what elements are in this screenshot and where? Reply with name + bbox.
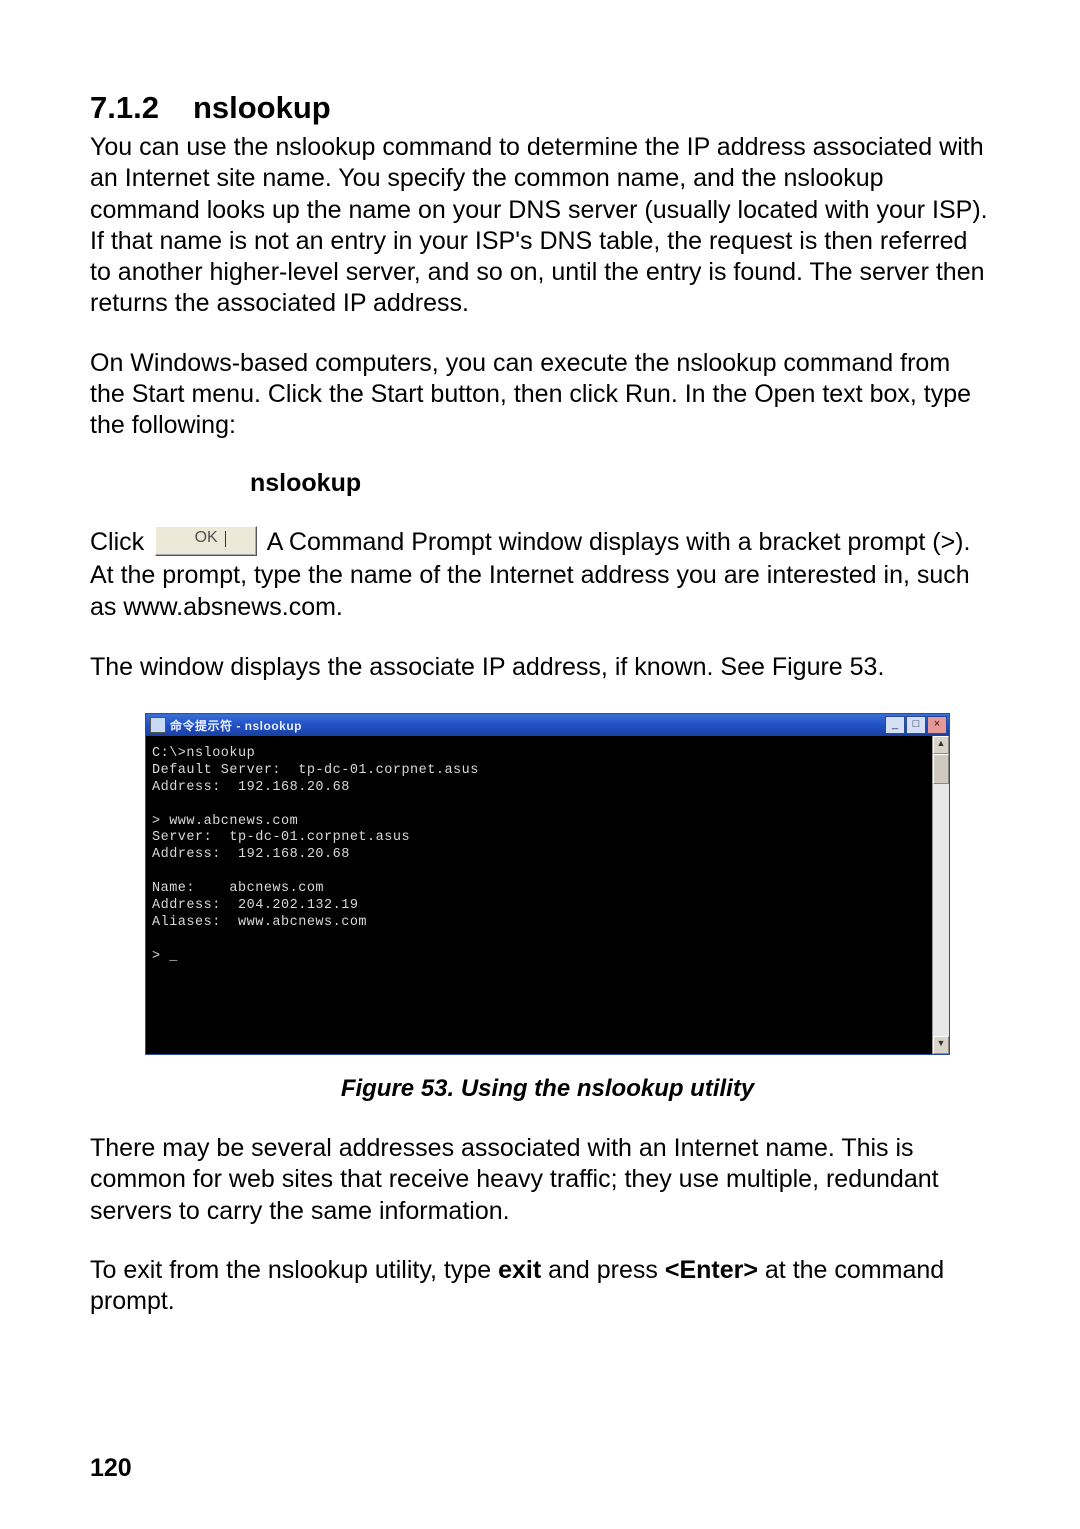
vertical-scrollbar[interactable]: ▲ ▼ [932, 736, 949, 1054]
document-page: 7.1.2 nslookup You can use the nslookup c… [0, 0, 1080, 1529]
exit-command: exit [498, 1256, 541, 1284]
window-controls: _ □ × [885, 716, 947, 734]
titlebar-left: 命令提示符 - nslookup [150, 717, 302, 734]
paragraph-exit: To exit from the nslookup utility, type … [90, 1255, 990, 1318]
section-heading: 7.1.2 nslookup [90, 90, 990, 126]
exit-prefix: To exit from the nslookup utility, type [90, 1256, 498, 1284]
paragraph-windows: On Windows-based computers, you can exec… [90, 348, 990, 442]
cmd-icon [150, 717, 166, 733]
exit-key: <Enter> [665, 1256, 758, 1284]
scroll-up-button[interactable]: ▲ [933, 736, 949, 754]
section-title: nslookup [193, 90, 331, 125]
minimize-button[interactable]: _ [885, 716, 905, 734]
paragraph-click-ok: Click OK A Command Prompt window display… [90, 526, 990, 624]
window-body: C:\>nslookup Default Server: tp-dc-01.co… [146, 736, 949, 1054]
close-button[interactable]: × [927, 716, 947, 734]
scrollbar-top-group: ▲ [933, 736, 949, 784]
command-prompt-window: 命令提示符 - nslookup _ □ × C:\>nslookup Defa… [145, 713, 950, 1055]
scroll-track[interactable] [933, 784, 949, 1036]
section-number: 7.1.2 [90, 90, 159, 126]
exit-mid: and press [541, 1256, 665, 1284]
figure-53: 命令提示符 - nslookup _ □ × C:\>nslookup Defa… [145, 713, 950, 1103]
scroll-down-button[interactable]: ▼ [933, 1036, 949, 1054]
ok-button-graphic: OK [155, 526, 257, 556]
window-title: 命令提示符 - nslookup [170, 717, 302, 734]
maximize-button[interactable]: □ [906, 716, 926, 734]
terminal-output: C:\>nslookup Default Server: tp-dc-01.co… [146, 736, 932, 1054]
paragraph-multiple-addresses: There may be several addresses associate… [90, 1133, 990, 1227]
paragraph-result: The window displays the associate IP add… [90, 652, 990, 683]
command-to-type: nslookup [90, 469, 990, 498]
scroll-thumb[interactable] [933, 754, 949, 784]
page-number: 120 [90, 1454, 132, 1483]
window-titlebar: 命令提示符 - nslookup _ □ × [146, 714, 949, 736]
figure-caption: Figure 53. Using the nslookup utility [145, 1075, 950, 1103]
paragraph-intro: You can use the nslookup command to dete… [90, 132, 990, 320]
click-prefix: Click [90, 528, 144, 556]
